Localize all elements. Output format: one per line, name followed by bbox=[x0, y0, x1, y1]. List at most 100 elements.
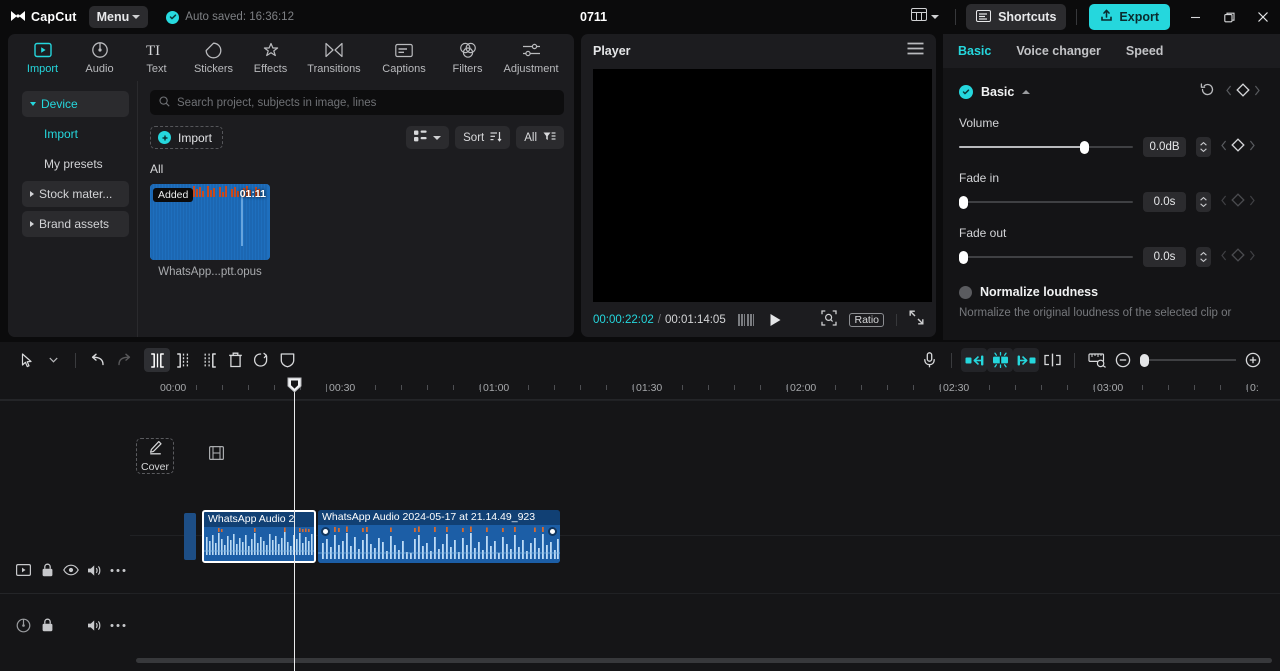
fullscreen-icon[interactable] bbox=[909, 310, 924, 330]
keyframe-icon[interactable] bbox=[1236, 82, 1250, 102]
trim-right-button[interactable] bbox=[196, 348, 222, 372]
fade-in-stepper[interactable] bbox=[1196, 192, 1211, 212]
slider-knob[interactable] bbox=[1080, 141, 1089, 154]
timeline-lanes[interactable]: Cover WhatsApp Audio 2 WhatsApp Audio 20… bbox=[130, 400, 1280, 671]
zoom-out-button[interactable] bbox=[1110, 348, 1136, 372]
slider-knob[interactable] bbox=[1140, 354, 1149, 367]
timeline-ruler[interactable]: 00:00 00:30 01:00 01:30 02:00 02:30 03:0… bbox=[0, 378, 1280, 400]
slider-knob[interactable] bbox=[959, 196, 968, 209]
horizontal-scrollbar[interactable] bbox=[136, 658, 1272, 663]
cover-button[interactable]: Cover bbox=[136, 438, 174, 474]
tab-filters[interactable]: Filters bbox=[439, 38, 496, 75]
lock-icon[interactable] bbox=[36, 613, 60, 637]
tab-effects[interactable]: Effects bbox=[242, 38, 299, 75]
undo-button[interactable] bbox=[85, 348, 111, 372]
mask-button[interactable] bbox=[274, 348, 300, 372]
ruler-button[interactable] bbox=[1084, 348, 1110, 372]
frames-icon[interactable] bbox=[737, 314, 757, 326]
fade-out-slider[interactable] bbox=[959, 251, 1133, 264]
more-icon[interactable] bbox=[106, 613, 130, 637]
fade-out-stepper[interactable] bbox=[1196, 247, 1211, 267]
next-keyframe-button[interactable] bbox=[1249, 248, 1255, 266]
volume-slider[interactable] bbox=[959, 141, 1133, 154]
sidebar-item-my-presets[interactable]: My presets bbox=[22, 151, 129, 177]
media-thumbnail[interactable]: Added 01:11 bbox=[150, 184, 270, 260]
split-button[interactable] bbox=[144, 348, 170, 372]
tab-adjustment[interactable]: Adjustment bbox=[496, 38, 566, 75]
filter-button[interactable]: All bbox=[516, 126, 564, 149]
keyframe-icon[interactable] bbox=[1231, 247, 1245, 267]
zoom-in-button[interactable] bbox=[1240, 348, 1266, 372]
fade-in-handle[interactable] bbox=[321, 527, 330, 536]
view-mode-button[interactable] bbox=[406, 126, 450, 149]
fade-in-value[interactable]: 0.0s bbox=[1143, 192, 1186, 212]
tab-speed[interactable]: Speed bbox=[1126, 44, 1164, 58]
slider-knob[interactable] bbox=[959, 251, 968, 264]
freeze-button[interactable] bbox=[248, 348, 274, 372]
lock-icon[interactable] bbox=[36, 558, 60, 582]
sidebar-item-brand-assets[interactable]: Brand assets bbox=[22, 211, 129, 237]
tab-captions[interactable]: Captions bbox=[369, 38, 439, 75]
auto-cut-start-button[interactable] bbox=[961, 348, 987, 372]
speaker-icon[interactable] bbox=[83, 558, 107, 582]
section-enabled-checkbox[interactable] bbox=[959, 85, 973, 99]
trim-left-button[interactable] bbox=[170, 348, 196, 372]
normalize-toggle[interactable] bbox=[959, 285, 972, 299]
prev-keyframe-button[interactable] bbox=[1221, 138, 1227, 156]
play-button[interactable] bbox=[769, 313, 782, 327]
playhead[interactable] bbox=[287, 377, 302, 671]
minimize-button[interactable] bbox=[1178, 0, 1212, 34]
menu-button[interactable]: Menu bbox=[88, 6, 149, 28]
keyframe-icon[interactable] bbox=[1231, 192, 1245, 212]
ratio-button[interactable]: Ratio bbox=[849, 313, 884, 327]
fade-out-value[interactable]: 0.0s bbox=[1143, 247, 1186, 267]
playhead-handle[interactable] bbox=[287, 377, 302, 393]
volume-stepper[interactable] bbox=[1196, 137, 1211, 157]
tab-import[interactable]: Import bbox=[14, 38, 71, 75]
tab-transitions[interactable]: Transitions bbox=[299, 38, 369, 75]
redo-button[interactable] bbox=[111, 348, 137, 372]
next-keyframe-button[interactable] bbox=[1249, 193, 1255, 211]
close-button[interactable] bbox=[1246, 0, 1280, 34]
prev-keyframe-button[interactable] bbox=[1221, 248, 1227, 266]
hamburger-icon[interactable] bbox=[907, 42, 924, 60]
fade-out-handle[interactable] bbox=[548, 527, 557, 536]
reset-icon[interactable] bbox=[1200, 82, 1215, 102]
tab-basic[interactable]: Basic bbox=[958, 44, 991, 58]
sidebar-item-stock-materials[interactable]: Stock mater... bbox=[22, 181, 129, 207]
select-tool-dropdown[interactable] bbox=[40, 348, 66, 372]
more-icon[interactable] bbox=[106, 558, 130, 582]
sidebar-item-import[interactable]: Import bbox=[22, 121, 129, 147]
record-button[interactable] bbox=[916, 348, 942, 372]
tab-audio[interactable]: Audio bbox=[71, 38, 128, 75]
search-input[interactable]: Search project, subjects in image, lines bbox=[150, 90, 564, 115]
media-item[interactable]: Added 01:11 WhatsApp...ptt.opus bbox=[150, 184, 270, 278]
import-button[interactable]: Import bbox=[150, 126, 224, 149]
sidebar-item-device[interactable]: Device bbox=[22, 91, 129, 117]
eye-icon[interactable] bbox=[59, 558, 83, 582]
zoom-slider[interactable] bbox=[1140, 354, 1236, 367]
volume-value[interactable]: 0.0dB bbox=[1143, 137, 1186, 157]
auto-cut-middle-button[interactable] bbox=[987, 348, 1013, 372]
chevron-up-icon[interactable] bbox=[1022, 90, 1031, 94]
delete-button[interactable] bbox=[222, 348, 248, 372]
tab-stickers[interactable]: Stickers bbox=[185, 38, 242, 75]
tab-voice-changer[interactable]: Voice changer bbox=[1016, 44, 1101, 58]
crop-icon[interactable] bbox=[821, 309, 838, 331]
sort-button[interactable]: Sort bbox=[455, 126, 511, 149]
snap-button[interactable] bbox=[1039, 348, 1065, 372]
layout-button[interactable] bbox=[905, 5, 945, 29]
prev-keyframe-button[interactable] bbox=[1221, 193, 1227, 211]
preview-stage[interactable] bbox=[593, 69, 932, 302]
prev-keyframe-button[interactable] bbox=[1226, 83, 1232, 101]
auto-cut-end-button[interactable] bbox=[1013, 348, 1039, 372]
tab-text[interactable]: TI Text bbox=[128, 38, 185, 75]
export-button[interactable]: Export bbox=[1089, 4, 1170, 30]
timeline-clip[interactable]: WhatsApp Audio 2 bbox=[202, 510, 316, 563]
maximize-button[interactable] bbox=[1212, 0, 1246, 34]
select-tool-button[interactable] bbox=[14, 348, 40, 372]
next-keyframe-button[interactable] bbox=[1249, 138, 1255, 156]
audio-clip-stub[interactable] bbox=[184, 513, 196, 560]
speaker-icon[interactable] bbox=[83, 613, 107, 637]
shortcuts-button[interactable]: Shortcuts bbox=[966, 4, 1067, 30]
